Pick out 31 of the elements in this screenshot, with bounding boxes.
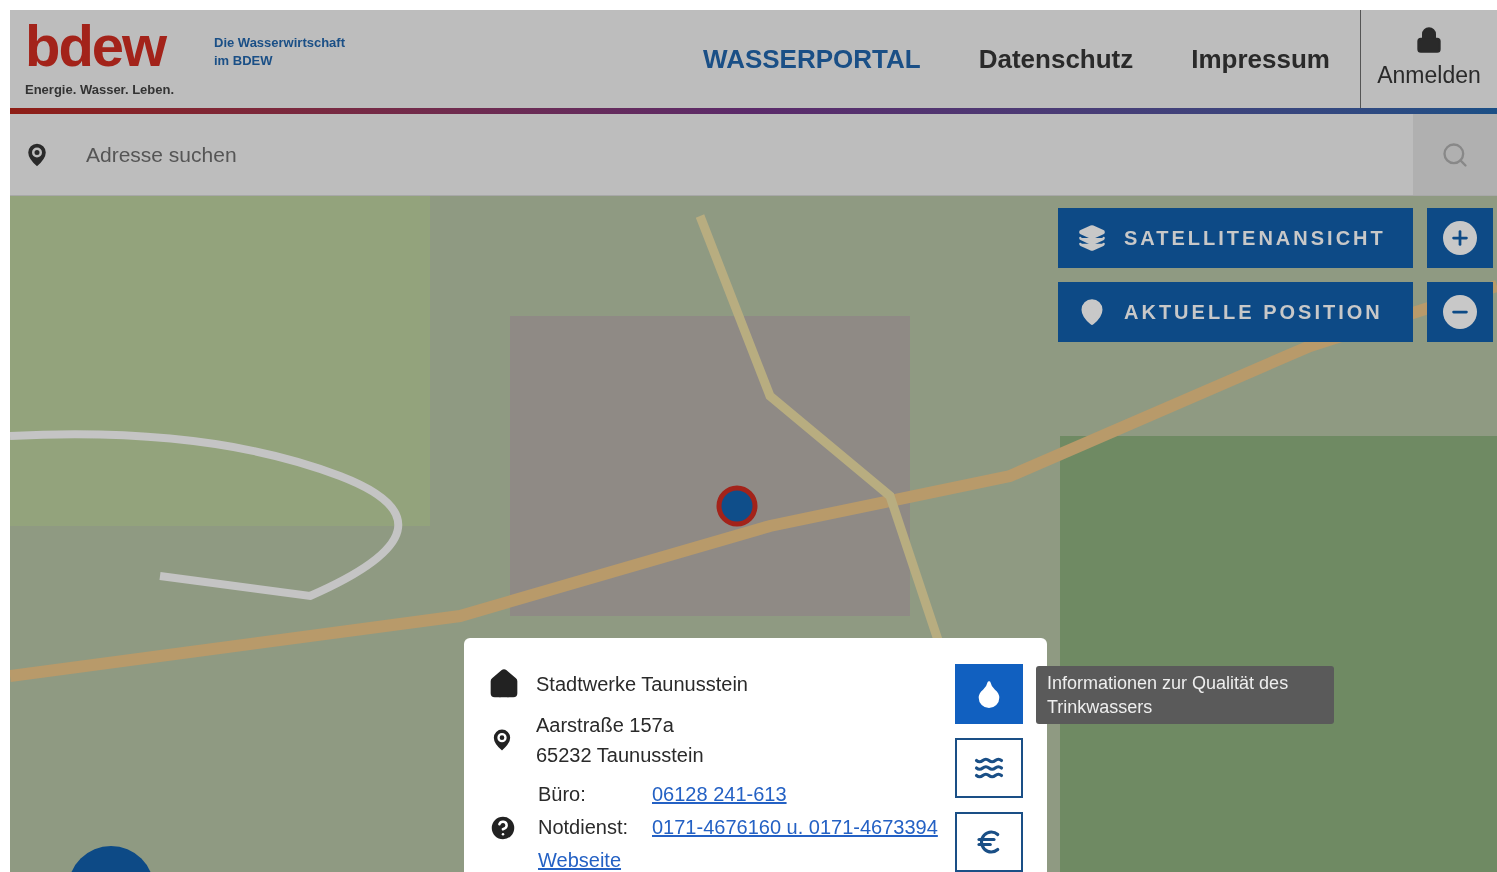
phone-link[interactable]: 0171-4676160 u. 0171-4673394: [652, 811, 938, 844]
minus-icon: [1443, 295, 1477, 329]
lock-icon: [1415, 25, 1443, 54]
search-icon: [1441, 140, 1469, 169]
price-button[interactable]: [955, 812, 1023, 872]
logo-wordmark[interactable]: bdew: [25, 18, 200, 74]
building-icon: [488, 668, 520, 700]
logo-subtitle: im BDEW: [214, 52, 274, 70]
phone-link[interactable]: 06128 241-613: [652, 778, 787, 811]
contact-label: Büro:: [538, 782, 587, 807]
zoom-out-button[interactable]: [1427, 282, 1493, 342]
website-link[interactable]: Webseite: [538, 844, 621, 872]
address-line: Aarstraße 157a: [536, 713, 675, 738]
waves-button[interactable]: [955, 738, 1023, 798]
map-control-button[interactable]: AKTUELLE POSITION: [1058, 282, 1413, 342]
tooltip: Informationen zur Qualität des Trinkwassers: [1036, 666, 1334, 724]
plus-icon: [1443, 221, 1477, 255]
address-line: 65232 Taunusstein: [536, 743, 704, 768]
quality-button[interactable]: [955, 664, 1023, 724]
nav-link[interactable]: Impressum: [1191, 39, 1330, 79]
provider-name: Stadtwerke Taunusstein: [536, 672, 748, 697]
nav-link[interactable]: WASSERPORTAL: [703, 39, 921, 79]
logo-tagline: Energie. Wasser. Leben.: [25, 81, 176, 99]
address-search-field[interactable]: Adresse suchen: [86, 138, 1413, 171]
search-bar[interactable]: Adresse suchen: [10, 114, 1497, 196]
zoom-in-button[interactable]: [1427, 208, 1493, 268]
nav-link[interactable]: Datenschutz: [978, 39, 1134, 79]
map-control-button[interactable]: SATELLITENANSICHT: [1058, 208, 1413, 268]
layers-icon: [1078, 224, 1106, 252]
logo-subtitle: Die Wasserwirtschaft: [214, 34, 345, 52]
contact-label: Notdienst:: [538, 815, 630, 840]
